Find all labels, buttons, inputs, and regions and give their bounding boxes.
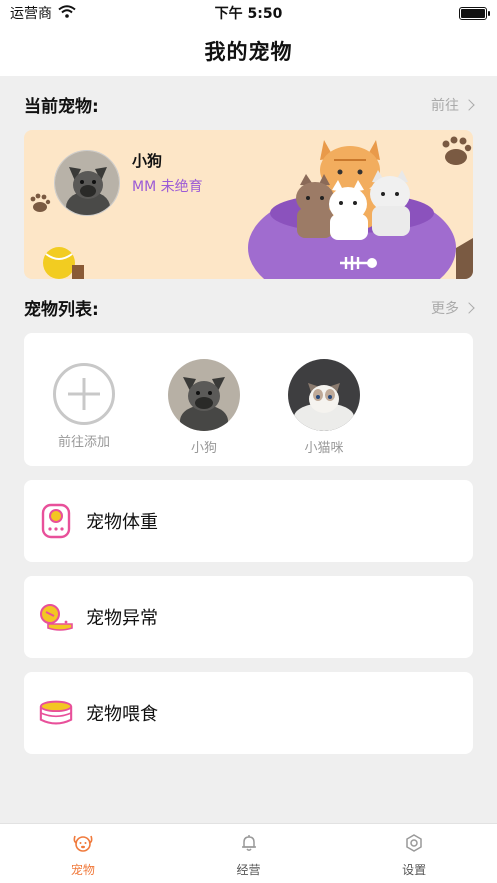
go-link-label: 前往: [431, 97, 459, 114]
add-icon: [53, 363, 115, 425]
add-pet-label: 前往添加: [57, 435, 110, 450]
feature-abnormal-label: 宠物异常: [86, 608, 158, 629]
pet-list-title: 宠物列表:: [24, 300, 99, 320]
tab-pets-label: 宠物: [70, 863, 95, 877]
tab-business-label: 经营: [236, 863, 261, 877]
tab-business[interactable]: 经营: [166, 824, 332, 883]
current-pet-go-link[interactable]: 前往: [431, 95, 475, 115]
page-title: 我的宠物: [204, 40, 293, 64]
current-pet-avatar: [54, 150, 120, 216]
pet-face-icon: [72, 833, 94, 857]
chevron-right-icon: [463, 301, 475, 314]
feature-weight[interactable]: 宠物体重: [24, 480, 473, 562]
dog-label: 小狗: [190, 441, 217, 456]
wifi-icon: [58, 4, 76, 22]
pet-list-more-link[interactable]: 更多: [431, 298, 475, 318]
bell-icon: [239, 833, 259, 857]
food-bowl-icon: [38, 695, 74, 731]
dog-avatar: [168, 359, 240, 431]
cat-label: 小猫咪: [304, 441, 344, 456]
chevron-right-icon: [463, 98, 475, 111]
current-pet-banner[interactable]: 小狗 MM 未绝育: [24, 130, 473, 279]
feature-weight-label: 宠物体重: [86, 512, 158, 533]
tennis-ball-icon: [43, 247, 75, 279]
feature-feeding[interactable]: 宠物喂食: [24, 672, 473, 754]
cat-avatar: [288, 359, 360, 431]
pet-list-card: 前往添加 小狗 小猫咪: [24, 333, 473, 466]
current-pet-title: 当前宠物:: [24, 97, 99, 117]
pet-item-dog[interactable]: 小狗: [164, 359, 244, 456]
current-pet-header: 当前宠物: 前往: [24, 92, 475, 117]
status-left: 运营商: [10, 3, 76, 23]
add-pet-item[interactable]: 前往添加: [44, 359, 124, 450]
tab-bar: 宠物 经营 设置: [0, 823, 497, 883]
feature-abnormal[interactable]: 宠物异常: [24, 576, 473, 658]
carrier-label: 运营商: [10, 6, 52, 22]
pet-abnormal-icon: [38, 599, 74, 635]
status-bar: 运营商 下午 5:50: [0, 0, 497, 26]
nav-bar: 我的宠物: [0, 26, 497, 76]
tab-settings[interactable]: 设置: [331, 824, 497, 883]
tab-pets[interactable]: 宠物: [0, 824, 166, 883]
tab-settings-label: 设置: [402, 863, 427, 877]
weight-scale-icon: [38, 503, 74, 539]
feature-feeding-label: 宠物喂食: [86, 704, 158, 725]
battery-icon: [459, 6, 490, 20]
more-link-label: 更多: [431, 300, 459, 317]
settings-icon: [404, 833, 424, 857]
pet-item-cat[interactable]: 小猫咪: [284, 359, 364, 456]
pet-list-header: 宠物列表: 更多: [24, 295, 475, 320]
current-pet-status: MM 未绝育: [132, 179, 203, 195]
current-pet-name: 小狗: [132, 152, 163, 170]
